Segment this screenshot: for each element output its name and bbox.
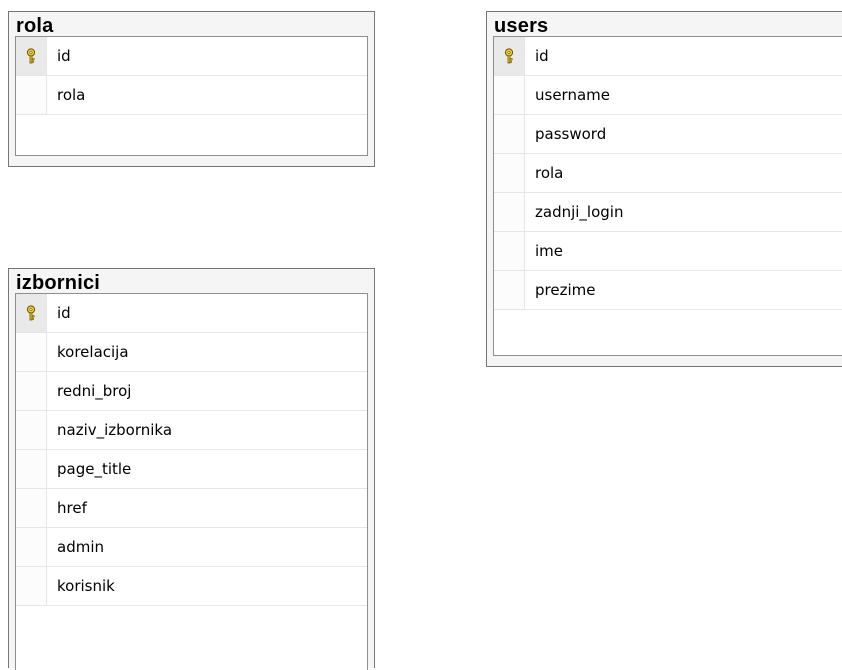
column-name: id [57,304,71,322]
key-cell [494,271,525,309]
column-row[interactable]: id [16,294,367,333]
key-cell [16,333,47,371]
column-grid: id rola [15,36,368,156]
key-cell [16,567,47,605]
column-row[interactable]: username [494,76,842,115]
column-row[interactable]: prezime [494,271,842,310]
column-name: prezime [535,281,596,299]
table-title: izbornici [16,272,101,294]
key-icon [504,48,514,64]
column-name: korelacija [57,343,129,361]
column-name: naziv_izbornika [57,421,173,439]
key-icon [26,305,36,321]
table-title: users [494,15,549,37]
column-row[interactable]: korisnik [16,567,367,606]
key-cell [16,372,47,410]
key-cell [16,528,47,566]
column-name: id [57,47,71,65]
table-izbornici[interactable]: izbornici id korelacija redni_broj naziv… [8,268,375,670]
column-row[interactable]: password [494,115,842,154]
column-row[interactable]: id [494,37,842,76]
key-cell [494,76,525,114]
key-cell [16,37,47,75]
column-name: redni_broj [57,382,132,400]
column-row[interactable]: redni_broj [16,372,367,411]
column-name: zadnji_login [535,203,624,221]
column-name: korisnik [57,577,115,595]
key-icon [26,48,36,64]
column-row[interactable]: naziv_izbornika [16,411,367,450]
column-name: ime [535,242,564,260]
key-cell [494,37,525,75]
column-name: id [535,47,549,65]
key-cell [16,411,47,449]
column-name: href [57,499,87,517]
column-name: rola [535,164,564,182]
column-name: rola [57,86,86,104]
table-title: rola [16,15,54,37]
column-grid: id username password rola zadnji_login i… [493,36,842,356]
column-row[interactable]: page_title [16,450,367,489]
key-cell [494,115,525,153]
column-row[interactable]: href [16,489,367,528]
column-name: page_title [57,460,132,478]
table-users[interactable]: users id username password rola zadnji_l… [486,11,842,367]
column-row[interactable]: ime [494,232,842,271]
key-cell [16,489,47,527]
column-grid: id korelacija redni_broj naziv_izbornika… [15,293,368,670]
column-name: password [535,125,607,143]
column-row[interactable]: korelacija [16,333,367,372]
key-cell [494,193,525,231]
key-cell [16,450,47,488]
column-name: admin [57,538,104,556]
table-rola[interactable]: rola id rola [8,11,375,167]
key-cell [494,154,525,192]
key-cell [16,76,47,114]
column-row[interactable]: zadnji_login [494,193,842,232]
column-row[interactable]: admin [16,528,367,567]
column-name: username [535,86,610,104]
key-cell [494,232,525,270]
key-cell [16,294,47,332]
column-row[interactable]: id [16,37,367,76]
column-row[interactable]: rola [494,154,842,193]
column-row[interactable]: rola [16,76,367,115]
